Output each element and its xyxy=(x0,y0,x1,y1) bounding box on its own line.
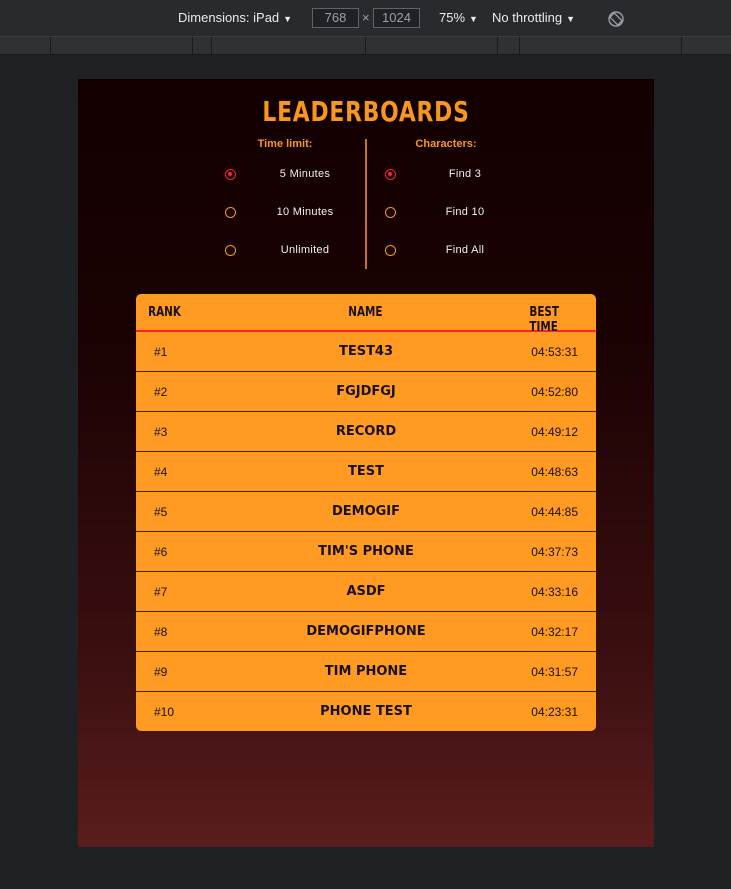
chevron-down-icon: ▼ xyxy=(566,14,576,24)
dimensions-label: Dimensions: iPad xyxy=(178,10,280,25)
table-header: RANK NAME BEST TIME xyxy=(136,294,596,335)
ruler-divider xyxy=(192,37,193,54)
ruler-divider xyxy=(365,37,366,54)
characters-option-find-10[interactable]: Find 10 xyxy=(385,204,535,224)
option-label: Find All xyxy=(445,244,485,256)
devtools-device-toolbar: Dimensions: iPad ▼ 768 × 1024 75% ▼ No thr… xyxy=(0,0,731,37)
time-cell: 04:31:57 xyxy=(531,665,578,679)
ruler-divider xyxy=(50,37,51,54)
column-header-best-time: BEST TIME xyxy=(529,305,560,335)
times-sign: × xyxy=(362,10,370,25)
time-cell: 04:48:63 xyxy=(531,465,578,479)
time-cell: 04:33:16 xyxy=(531,585,578,599)
name-cell: RECORD xyxy=(335,424,397,439)
table-row: #10 PHONE TEST 04:23:31 xyxy=(136,692,596,731)
rotate-icon[interactable] xyxy=(607,10,625,28)
leaderboard-table: RANK NAME BEST TIME #1 TEST43 04:53:31 #… xyxy=(136,294,596,731)
column-header-rank: RANK xyxy=(148,305,181,320)
radio-icon[interactable] xyxy=(225,169,236,180)
table-row: #2 FGJDFGJ 04:52:80 xyxy=(136,372,596,412)
table-row: #5 DEMOGIF 04:44:85 xyxy=(136,492,596,532)
ruler-divider xyxy=(519,37,520,54)
time-cell: 04:53:31 xyxy=(531,345,578,359)
throttling-label: No throttling xyxy=(492,10,563,25)
table-row: #4 TEST 04:48:63 xyxy=(136,452,596,492)
height-input[interactable]: 1024 xyxy=(373,8,420,28)
throttling-dropdown[interactable]: No throttling ▼ xyxy=(492,10,575,25)
zoom-dropdown[interactable]: 75% ▼ xyxy=(439,10,478,25)
table-row: #7 ASDF 04:33:16 xyxy=(136,572,596,612)
rank-cell: #6 xyxy=(154,545,168,559)
radio-icon[interactable] xyxy=(385,207,396,218)
table-row: #1 TEST43 04:53:31 xyxy=(136,332,596,372)
rank-cell: #8 xyxy=(154,625,168,639)
radio-icon[interactable] xyxy=(385,245,396,256)
time-cell: 04:52:80 xyxy=(531,385,578,399)
table-row: #6 TIM'S PHONE 04:37:73 xyxy=(136,532,596,572)
radio-icon[interactable] xyxy=(225,207,236,218)
name-cell: ASDF xyxy=(346,584,386,599)
rank-cell: #3 xyxy=(154,425,168,439)
option-label: 10 Minutes xyxy=(276,206,334,218)
rank-cell: #4 xyxy=(154,465,168,479)
time-option-10-minutes[interactable]: 10 Minutes xyxy=(225,204,375,224)
chevron-down-icon: ▼ xyxy=(283,14,293,24)
rank-cell: #1 xyxy=(154,345,168,359)
name-cell: FGJDFGJ xyxy=(336,384,396,399)
rank-cell: #10 xyxy=(154,705,175,719)
media-query-ruler xyxy=(0,37,731,55)
name-cell: DEMOGIF xyxy=(331,504,401,519)
table-row: #9 TIM PHONE 04:31:57 xyxy=(136,652,596,692)
option-label: Find 10 xyxy=(445,206,485,218)
rank-cell: #9 xyxy=(154,665,168,679)
name-cell: TEST xyxy=(348,464,384,479)
characters-heading: Characters: xyxy=(415,138,477,150)
time-cell: 04:44:85 xyxy=(531,505,578,519)
time-cell: 04:37:73 xyxy=(531,545,578,559)
characters-option-find-all[interactable]: Find All xyxy=(385,242,535,262)
device-viewport: LEADERBOARDS Time limit: 5 Minutes 10 Mi… xyxy=(78,79,654,847)
rank-cell: #5 xyxy=(154,505,168,519)
table-row: #3 RECORD 04:49:12 xyxy=(136,412,596,452)
option-label: Unlimited xyxy=(280,244,330,256)
chevron-down-icon: ▼ xyxy=(469,14,478,24)
ruler-divider xyxy=(497,37,498,54)
time-cell: 04:23:31 xyxy=(531,705,578,719)
width-input[interactable]: 768 xyxy=(312,8,359,28)
time-cell: 04:32:17 xyxy=(531,625,578,639)
name-cell: PHONE TEST xyxy=(320,704,412,719)
name-cell: DEMOGIFPHONE xyxy=(306,624,426,639)
radio-icon[interactable] xyxy=(225,245,236,256)
characters-option-find-3[interactable]: Find 3 xyxy=(385,166,535,186)
filter-divider xyxy=(365,139,367,269)
time-limit-heading: Time limit: xyxy=(257,138,313,150)
ruler-divider xyxy=(211,37,212,54)
table-row: #8 DEMOGIFPHONE 04:32:17 xyxy=(136,612,596,652)
time-cell: 04:49:12 xyxy=(531,425,578,439)
rank-cell: #2 xyxy=(154,385,168,399)
dimensions-dropdown[interactable]: Dimensions: iPad ▼ xyxy=(178,10,292,25)
page-title: LEADERBOARDS xyxy=(262,95,470,128)
radio-icon[interactable] xyxy=(385,169,396,180)
column-header-name: NAME xyxy=(348,305,383,320)
rank-cell: #7 xyxy=(154,585,168,599)
name-cell: TIM'S PHONE xyxy=(318,544,414,559)
name-cell: TEST43 xyxy=(338,344,394,359)
name-cell: TIM PHONE xyxy=(324,664,408,679)
time-option-5-minutes[interactable]: 5 Minutes xyxy=(225,166,375,186)
ruler-divider xyxy=(681,37,682,54)
zoom-label: 75% xyxy=(439,10,466,25)
option-label: 5 Minutes xyxy=(279,168,331,180)
time-option-unlimited[interactable]: Unlimited xyxy=(225,242,375,262)
option-label: Find 3 xyxy=(448,168,482,180)
